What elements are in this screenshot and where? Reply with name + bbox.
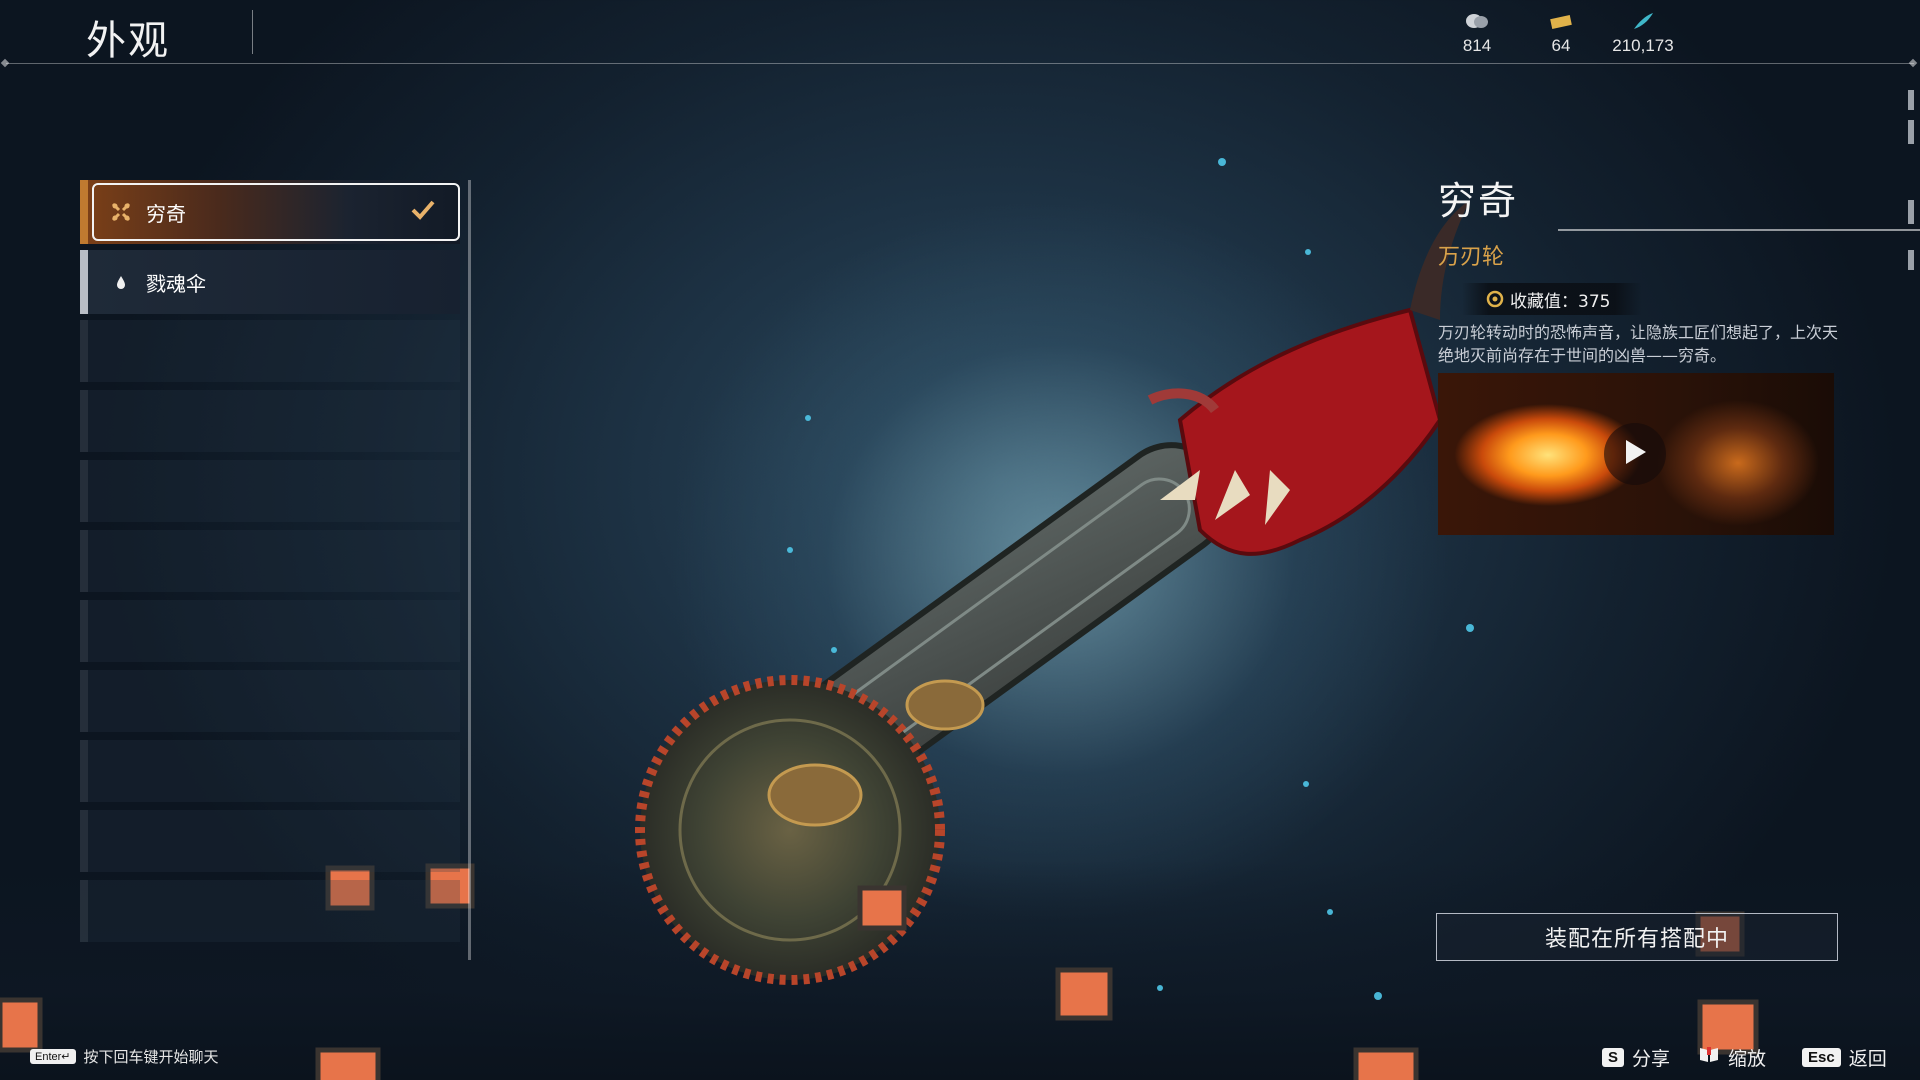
chat-hint[interactable]: Enter↵ 按下回车键开始聊天 <box>30 1046 219 1067</box>
collection-value-badge: 收藏值：375 <box>1462 283 1642 315</box>
saw-blade <box>749 442 1230 823</box>
play-icon <box>1622 438 1648 470</box>
ticket-icon <box>1549 12 1573 30</box>
zoom-hint[interactable]: 缩放 <box>1698 1044 1766 1071</box>
item-detail-panel: 穷奇 万刃轮 收藏值：375 万刃轮转动时的恐怖声音，让隐族工匠们想起了，上次天… <box>1438 170 1920 535</box>
video-preview[interactable] <box>1438 373 1834 535</box>
empty-slot <box>80 390 460 452</box>
list-item-qiongqi[interactable]: 穷奇 <box>80 180 460 244</box>
share-key: S <box>1602 1048 1625 1067</box>
empty-slot <box>80 600 460 662</box>
empty-slot <box>80 740 460 802</box>
top-bar: 外观 814 64 210,173 <box>0 0 1920 68</box>
list-item-label: 戮魂伞 <box>146 271 206 296</box>
divider-dot-right <box>1908 58 1918 68</box>
empty-slot <box>80 320 460 382</box>
esc-key: Esc <box>1802 1048 1841 1067</box>
right-scrollbar[interactable] <box>1908 90 1914 270</box>
back-label: 返回 <box>1848 1048 1887 1070</box>
currency-tickets-value: 64 <box>1551 36 1571 55</box>
divider-dot-left <box>0 58 10 68</box>
list-scrollbar[interactable] <box>468 180 471 960</box>
item-type: 万刃轮 <box>1438 245 1505 270</box>
item-name: 穷奇 <box>1438 179 1519 223</box>
item-name-underline <box>1558 229 1920 231</box>
appearance-list: 穷奇 戮魂伞 <box>80 180 471 960</box>
empty-slot <box>80 530 460 592</box>
currency-coins-value: 814 <box>1462 36 1492 55</box>
item-description: 万刃轮转动时的恐怖声音，让隐族工匠们想起了，上次天绝地灭前尚存在于世间的凶兽——… <box>1438 323 1839 365</box>
drop-icon <box>110 271 132 293</box>
list-item-luhunsan[interactable]: 戮魂伞 <box>80 250 460 314</box>
share-hint[interactable]: S 分享 <box>1602 1044 1670 1071</box>
book-icon <box>1698 1046 1720 1069</box>
weapon-type-icon <box>110 201 132 223</box>
coin-stack-icon <box>1465 12 1489 30</box>
equip-all-button[interactable]: 装配在所有搭配中 <box>1436 913 1838 961</box>
currency-feathers: 210,173 <box>1598 12 1688 56</box>
chat-hint-text: 按下回车键开始聊天 <box>83 1048 219 1066</box>
empty-slot <box>80 810 460 872</box>
collection-value: 收藏值：375 <box>1510 291 1611 312</box>
enter-key-icon: Enter↵ <box>30 1049 76 1064</box>
page-title: 外观 <box>86 18 170 64</box>
currency-tickets: 64 <box>1516 12 1606 56</box>
collection-icon <box>1486 290 1504 308</box>
feather-icon <box>1631 12 1655 30</box>
empty-slot <box>80 670 460 732</box>
currency-feathers-value: 210,173 <box>1612 36 1674 55</box>
check-icon <box>410 198 436 222</box>
empty-slot <box>80 460 460 522</box>
dragon-head <box>1147 200 1470 556</box>
empty-slot <box>80 880 460 942</box>
back-hint[interactable]: Esc 返回 <box>1802 1044 1887 1071</box>
list-item-label: 穷奇 <box>146 201 186 226</box>
top-divider <box>6 63 1914 64</box>
play-button[interactable] <box>1604 423 1666 485</box>
title-separator <box>252 10 253 54</box>
zoom-label: 缩放 <box>1728 1048 1767 1070</box>
share-label: 分享 <box>1632 1048 1671 1070</box>
currency-coins: 814 <box>1432 12 1522 56</box>
